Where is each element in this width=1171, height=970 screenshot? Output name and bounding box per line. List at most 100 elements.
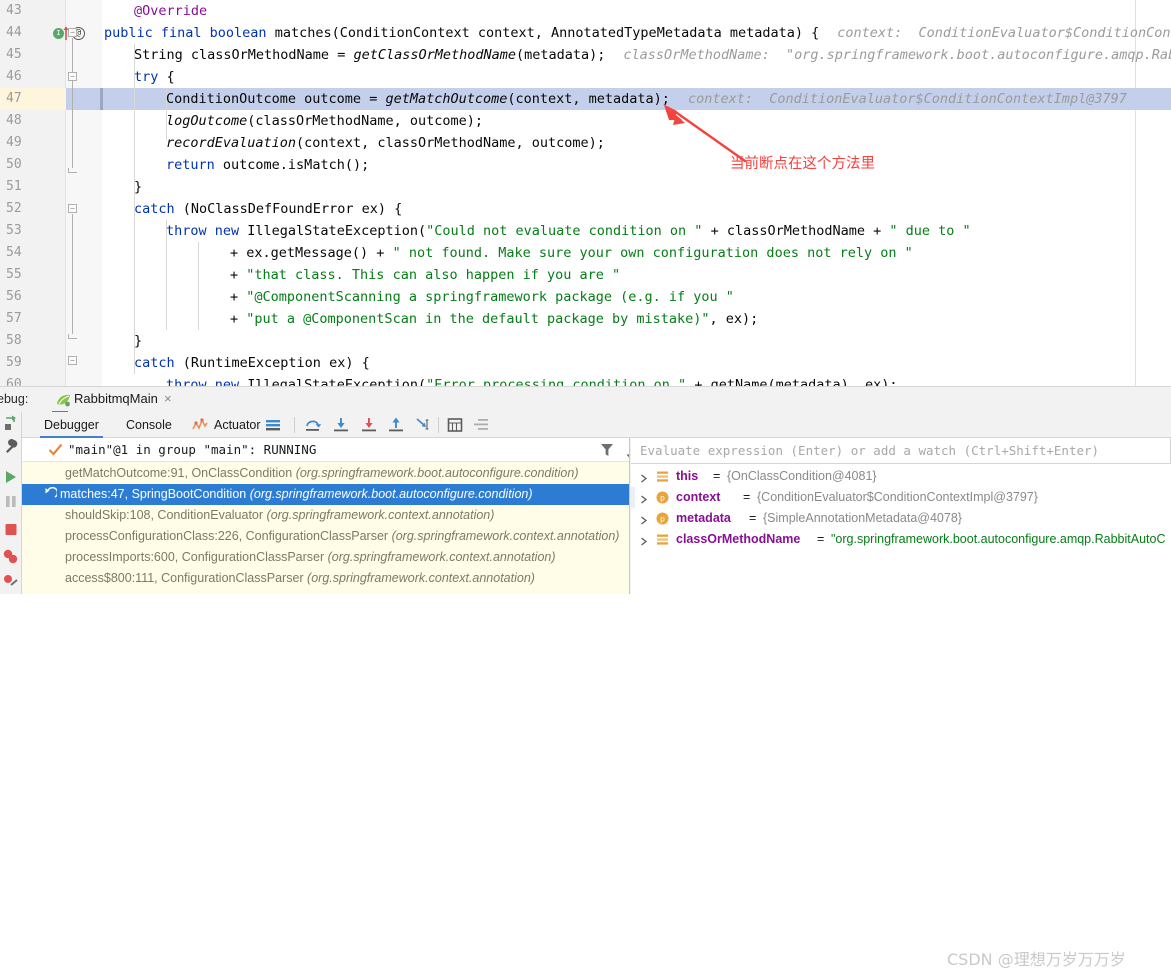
debugger-tab-row[interactable]: Debugger Console Actuator xyxy=(22,412,1171,438)
line-number-row: 56 xyxy=(6,289,22,304)
view-breakpoints-icon[interactable] xyxy=(2,572,20,590)
evaluate-expression-input[interactable]: Evaluate expression (Enter) or add a wat… xyxy=(631,438,1171,464)
exec-line-marker xyxy=(100,88,103,110)
svg-text:p: p xyxy=(660,494,665,503)
chevron-right-icon[interactable] xyxy=(640,535,648,546)
variables-pane[interactable]: Evaluate expression (Enter) or add a wat… xyxy=(631,438,1171,594)
svg-text:p: p xyxy=(660,515,665,524)
tab-actuator[interactable]: Actuator xyxy=(210,412,265,438)
resume-icon[interactable] xyxy=(2,468,20,486)
frame-row[interactable]: matches:47, SpringBootCondition (org.spr… xyxy=(22,484,629,505)
code-line-43[interactable]: @Override xyxy=(134,0,207,22)
line-number-row: 55 xyxy=(6,267,22,282)
stop-icon[interactable] xyxy=(2,520,20,538)
fold-range-end xyxy=(68,168,77,173)
line-number-row: 58 xyxy=(6,333,22,348)
debug-window-header: Debug: RabbitmqMain × xyxy=(0,386,1171,413)
frame-row[interactable]: processConfigurationClass:226, Configura… xyxy=(22,526,629,547)
fold-range-end xyxy=(68,334,77,339)
mute-breakpoints-icon[interactable] xyxy=(2,548,20,566)
code-line-44[interactable]: public final boolean matches(ConditionCo… xyxy=(104,22,1171,44)
settings-wrench-icon[interactable] xyxy=(2,438,20,456)
line-number-row: 50 xyxy=(6,157,22,172)
step-into-icon[interactable] xyxy=(332,416,350,434)
fold-collapse-icon[interactable]: − xyxy=(68,204,77,213)
run-to-cursor-icon[interactable] xyxy=(414,416,432,434)
line-number-row: 43 xyxy=(6,3,22,18)
chevron-down-icon[interactable] xyxy=(626,447,629,458)
code-line-55[interactable]: + "that class. This can also happen if y… xyxy=(230,264,620,286)
evaluate-expression-icon[interactable] xyxy=(446,416,464,434)
line-number-row: 45 xyxy=(6,47,22,62)
code-line-60[interactable]: throw new IllegalStateException("Error p… xyxy=(166,374,898,386)
code-line-45[interactable]: String classOrMethodName = getClassOrMet… xyxy=(134,44,1171,66)
line-number-row: 54 xyxy=(6,245,22,260)
line-number-row: 47 xyxy=(6,91,22,106)
tab-console[interactable]: Console xyxy=(122,412,176,438)
debug-tool-window[interactable]: Debug: RabbitmqMain × xyxy=(0,386,1171,969)
force-step-into-icon[interactable] xyxy=(360,416,378,434)
line-number-row: 59 xyxy=(6,355,22,370)
close-icon[interactable]: × xyxy=(164,391,172,406)
fold-range-line xyxy=(72,38,73,168)
step-out-icon[interactable] xyxy=(387,416,405,434)
code-line-56[interactable]: + "@ComponentScanning a springframework … xyxy=(230,286,734,308)
rerun-icon[interactable] xyxy=(2,414,20,432)
thread-selector[interactable]: "main"@1 in group "main": RUNNING xyxy=(22,438,629,462)
code-line-52[interactable]: catch (NoClassDefFoundError ex) { xyxy=(134,198,402,220)
spring-leaf-icon xyxy=(56,393,71,407)
fold-collapse-icon[interactable]: − xyxy=(68,72,77,81)
fold-collapse-icon[interactable]: − xyxy=(68,28,77,37)
frame-row[interactable]: getMatchOutcome:91, OnClassCondition (or… xyxy=(22,463,629,484)
code-line-50[interactable]: return outcome.isMatch(); xyxy=(166,154,369,176)
line-number-row: 51 xyxy=(6,179,22,194)
parameter-icon: p xyxy=(656,491,669,504)
chevron-right-icon[interactable] xyxy=(640,472,648,483)
code-line-58[interactable]: } xyxy=(134,330,142,352)
filter-icon[interactable] xyxy=(600,442,614,457)
toolbar-divider xyxy=(438,417,439,433)
gutter-markers[interactable]: I @ xyxy=(26,24,85,42)
variable-row[interactable]: this = {OnClassCondition@4081} xyxy=(631,466,1171,487)
variable-row[interactable]: p metadata = {SimpleAnnotationMetadata@4… xyxy=(631,508,1171,529)
frames-pane[interactable]: "main"@1 in group "main": RUNNING getMat… xyxy=(22,438,630,594)
tab-debugger[interactable]: Debugger xyxy=(40,412,103,438)
variable-row[interactable]: classOrMethodName = "org.springframework… xyxy=(631,529,1171,550)
code-line-59[interactable]: catch (RuntimeException ex) { xyxy=(134,352,370,374)
debug-window-label: Debug: xyxy=(0,392,29,406)
line-number-row: 52 xyxy=(6,201,22,216)
fold-collapse-icon[interactable]: − xyxy=(68,356,77,365)
watermark: CSDN @理想万岁万万岁 xyxy=(947,950,1126,969)
indent-guide xyxy=(198,242,199,330)
frame-row[interactable]: access$800:111, ConfigurationClassParser… xyxy=(22,568,629,589)
code-line-54[interactable]: + ex.getMessage() + " not found. Make su… xyxy=(230,242,913,264)
code-line-46[interactable]: try { xyxy=(134,66,175,88)
field-icon xyxy=(656,533,669,546)
code-line-53[interactable]: throw new IllegalStateException("Could n… xyxy=(166,220,971,242)
frame-row[interactable]: processImports:600, ConfigurationClassPa… xyxy=(22,547,629,568)
field-icon xyxy=(656,470,669,483)
fold-range-line xyxy=(72,214,73,334)
code-line-49[interactable]: recordEvaluation(context, classOrMethodN… xyxy=(166,132,605,154)
code-line-48[interactable]: logOutcome(classOrMethodName, outcome); xyxy=(166,110,483,132)
code-editor[interactable]: 43 44 I @ 45 46 47 48 49 50 51 52 53 54 … xyxy=(0,0,1171,386)
row-marker xyxy=(631,487,635,508)
line-number-row: 60 xyxy=(6,377,22,386)
threads-view-icon[interactable] xyxy=(472,416,490,434)
layout-settings-icon[interactable] xyxy=(264,416,282,434)
line-number-row: 44 I @ xyxy=(0,22,85,44)
variable-row[interactable]: p context = {ConditionEvaluator$Conditio… xyxy=(631,487,1171,508)
code-line-57[interactable]: + "put a @ComponentScan in the default p… xyxy=(230,308,758,330)
debug-session-name: RabbitmqMain xyxy=(74,391,158,406)
toolbar-divider xyxy=(294,417,295,433)
line-number-row: 46 xyxy=(6,69,22,84)
code-line-51[interactable]: } xyxy=(134,176,142,198)
step-over-icon[interactable] xyxy=(304,416,322,434)
chevron-right-icon[interactable] xyxy=(640,514,648,525)
line-number-row: 48 xyxy=(6,113,22,128)
pause-icon[interactable] xyxy=(2,492,20,510)
chevron-right-icon[interactable] xyxy=(640,493,648,504)
debug-side-toolbar[interactable] xyxy=(0,412,22,594)
frame-row[interactable]: shouldSkip:108, ConditionEvaluator (org.… xyxy=(22,505,629,526)
evaluate-expression-placeholder: Evaluate expression (Enter) or add a wat… xyxy=(640,443,1100,458)
